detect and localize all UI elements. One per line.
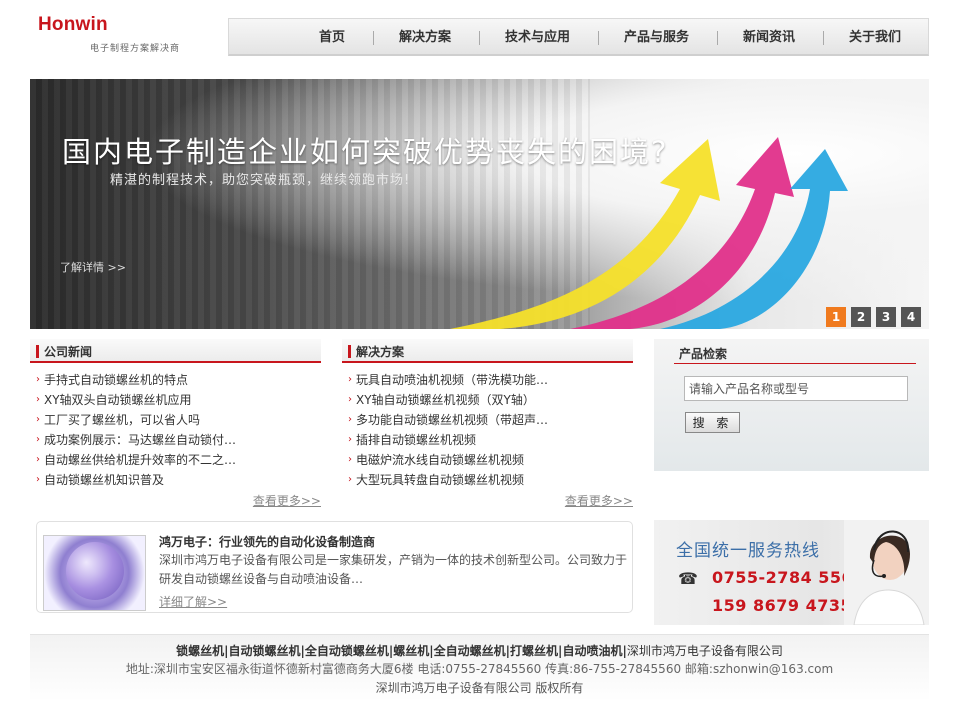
nav-item-solutions[interactable]: 解决方案 — [399, 19, 451, 57]
phone-icon: ☎ — [678, 569, 698, 588]
search-button[interactable]: 搜 索 — [685, 412, 740, 433]
solutions-title: 解决方案 — [356, 345, 405, 359]
list-item[interactable]: › 成功案例展示：马达螺丝自动锁付… — [30, 430, 321, 450]
product-search-input[interactable] — [684, 376, 908, 401]
nav-item-products[interactable]: 产品与服务 — [624, 19, 689, 57]
bullet-arrow-icon: › — [36, 434, 40, 445]
list-item[interactable]: › 玩具自动喷油机视频（带洗模功能… — [342, 370, 633, 390]
footer-copyright: 深圳市鸿万电子设备有限公司 版权所有 — [375, 681, 584, 695]
bullet-arrow-icon: › — [36, 394, 40, 405]
site-logo[interactable]: Honwin 电子制程方案解决商 — [38, 14, 198, 58]
company-intro-title: 鸿万电子：行业领先的自动化设备制造商 — [159, 535, 376, 549]
nav-separator — [823, 31, 824, 45]
bullet-arrow-icon: › — [348, 474, 352, 485]
bullet-arrow-icon: › — [36, 454, 40, 465]
banner-page-3[interactable]: 3 — [876, 307, 896, 327]
bullet-arrow-icon: › — [36, 474, 40, 485]
section-marker — [348, 345, 351, 358]
nav-separator — [479, 31, 480, 45]
divider — [674, 363, 916, 364]
footer-keywords[interactable]: 锁螺丝机|自动锁螺丝机|全自动锁螺丝机|螺丝机|全自动螺丝机|打螺丝机|自动喷油… — [176, 644, 627, 658]
hotline-phone-primary: 0755-2784 5560 — [712, 568, 865, 587]
list-item[interactable]: › 手持式自动锁螺丝机的特点 — [30, 370, 321, 390]
footer-keywords-line: 锁螺丝机|自动锁螺丝机|全自动锁螺丝机|螺丝机|全自动螺丝机|打螺丝机|自动喷油… — [30, 642, 929, 659]
nav-separator — [373, 31, 374, 45]
company-news-more-link[interactable]: 查看更多>> — [253, 492, 321, 509]
solutions-header: 解决方案 — [342, 339, 633, 363]
list-item[interactable]: › 大型玩具转盘自动锁螺丝机视频 — [342, 470, 633, 490]
banner-page-2[interactable]: 2 — [851, 307, 871, 327]
banner-page-1[interactable]: 1 — [826, 307, 846, 327]
customer-service-agent-image — [844, 520, 929, 625]
footer-address: 地址:深圳市宝安区福永街道怀德新村富德商务大厦6楼 电话:0755-278455… — [125, 662, 834, 676]
service-hotline-banner: 全国统一服务热线 ☎ 0755-2784 5560 159 8679 4735 — [654, 520, 929, 625]
solutions-more-link[interactable]: 查看更多>> — [565, 492, 633, 509]
list-item[interactable]: › 自动锁螺丝机知识普及 — [30, 470, 321, 490]
list-item[interactable]: › 插排自动锁螺丝机视频 — [342, 430, 633, 450]
product-search-panel: 产品检索 搜 索 — [654, 339, 929, 471]
company-intro-image — [43, 535, 146, 611]
nav-item-technology[interactable]: 技术与应用 — [505, 19, 570, 57]
bullet-arrow-icon: › — [348, 414, 352, 425]
banner-more-link[interactable]: 了解详情 >> — [60, 259, 126, 275]
bullet-arrow-icon: › — [348, 434, 352, 445]
site-footer: 锁螺丝机|自动锁螺丝机|全自动锁螺丝机|螺丝机|全自动螺丝机|打螺丝机|自动喷油… — [30, 634, 929, 701]
list-item[interactable]: › XY轴自动锁螺丝机视频（双Y轴） — [342, 390, 633, 410]
nav-item-home[interactable]: 首页 — [319, 19, 345, 57]
bullet-arrow-icon: › — [348, 454, 352, 465]
hotline-phone-mobile: 159 8679 4735 — [712, 596, 853, 615]
company-news-header: 公司新闻 — [30, 339, 321, 363]
nav-item-about[interactable]: 关于我们 — [849, 19, 901, 57]
banner-arrows-graphic — [450, 137, 848, 329]
bullet-arrow-icon: › — [348, 374, 352, 385]
bullet-arrow-icon: › — [36, 374, 40, 385]
section-marker — [36, 345, 39, 358]
footer-company: 深圳市鸿万电子设备有限公司 — [626, 644, 783, 658]
list-item[interactable]: › 自动螺丝供给机提升效率的不二之… — [30, 450, 321, 470]
brand-slogan: 电子制程方案解决商 — [90, 44, 181, 54]
list-item[interactable]: › 工厂买了螺丝机，可以省人吗 — [30, 410, 321, 430]
list-item[interactable]: › 电磁炉流水线自动锁螺丝机视频 — [342, 450, 633, 470]
list-item[interactable]: › 多功能自动锁螺丝机视频（带超声… — [342, 410, 633, 430]
company-news-panel: 公司新闻 › 手持式自动锁螺丝机的特点 › XY轴双头自动锁螺丝机应用 › 工厂买了螺… — [30, 339, 321, 511]
bullet-arrow-icon: › — [36, 414, 40, 425]
banner-page-4[interactable]: 4 — [901, 307, 921, 327]
banner-subline: 精湛的制程技术，助您突破瓶颈，继续领跑市场! — [110, 173, 411, 188]
nav-separator — [717, 31, 718, 45]
nav-separator — [598, 31, 599, 45]
list-item[interactable]: › XY轴双头自动锁螺丝机应用 — [30, 390, 321, 410]
nav-item-news[interactable]: 新闻资讯 — [743, 19, 795, 57]
company-news-list: › 手持式自动锁螺丝机的特点 › XY轴双头自动锁螺丝机应用 › 工厂买了螺丝机，可以… — [30, 370, 321, 490]
company-intro-detail-link[interactable]: 详细了解>> — [159, 593, 227, 610]
banner-headline: 国内电子制造企业如何突破优势丧失的困境? — [62, 135, 669, 169]
hero-banner[interactable]: 国内电子制造企业如何突破优势丧失的困境? 精湛的制程技术，助您突破瓶颈，继续领跑… — [30, 79, 929, 329]
brand-name: Honwin — [38, 14, 108, 35]
product-search-title: 产品检索 — [679, 347, 728, 361]
bullet-arrow-icon: › — [348, 394, 352, 405]
solutions-panel: 解决方案 › 玩具自动喷油机视频（带洗模功能… › XY轴自动锁螺丝机视频（双Y轴）… — [342, 339, 633, 511]
main-nav: 首页 解决方案 技术与应用 产品与服务 新闻资讯 关于我们 — [228, 18, 929, 56]
hotline-title: 全国统一服务热线 — [676, 541, 820, 561]
company-intro-card: 鸿万电子：行业领先的自动化设备制造商 深圳市鸿万电子设备有限公司是一家集研发，产… — [36, 521, 633, 613]
company-news-title: 公司新闻 — [44, 345, 93, 359]
banner-pager: 1 2 3 4 — [826, 307, 921, 327]
company-intro-description: 深圳市鸿万电子设备有限公司是一家集研发，产销为一体的技术创新型公司。公司致力于研… — [159, 553, 628, 586]
solutions-list: › 玩具自动喷油机视频（带洗模功能… › XY轴自动锁螺丝机视频（双Y轴） › 多功能… — [342, 370, 633, 490]
